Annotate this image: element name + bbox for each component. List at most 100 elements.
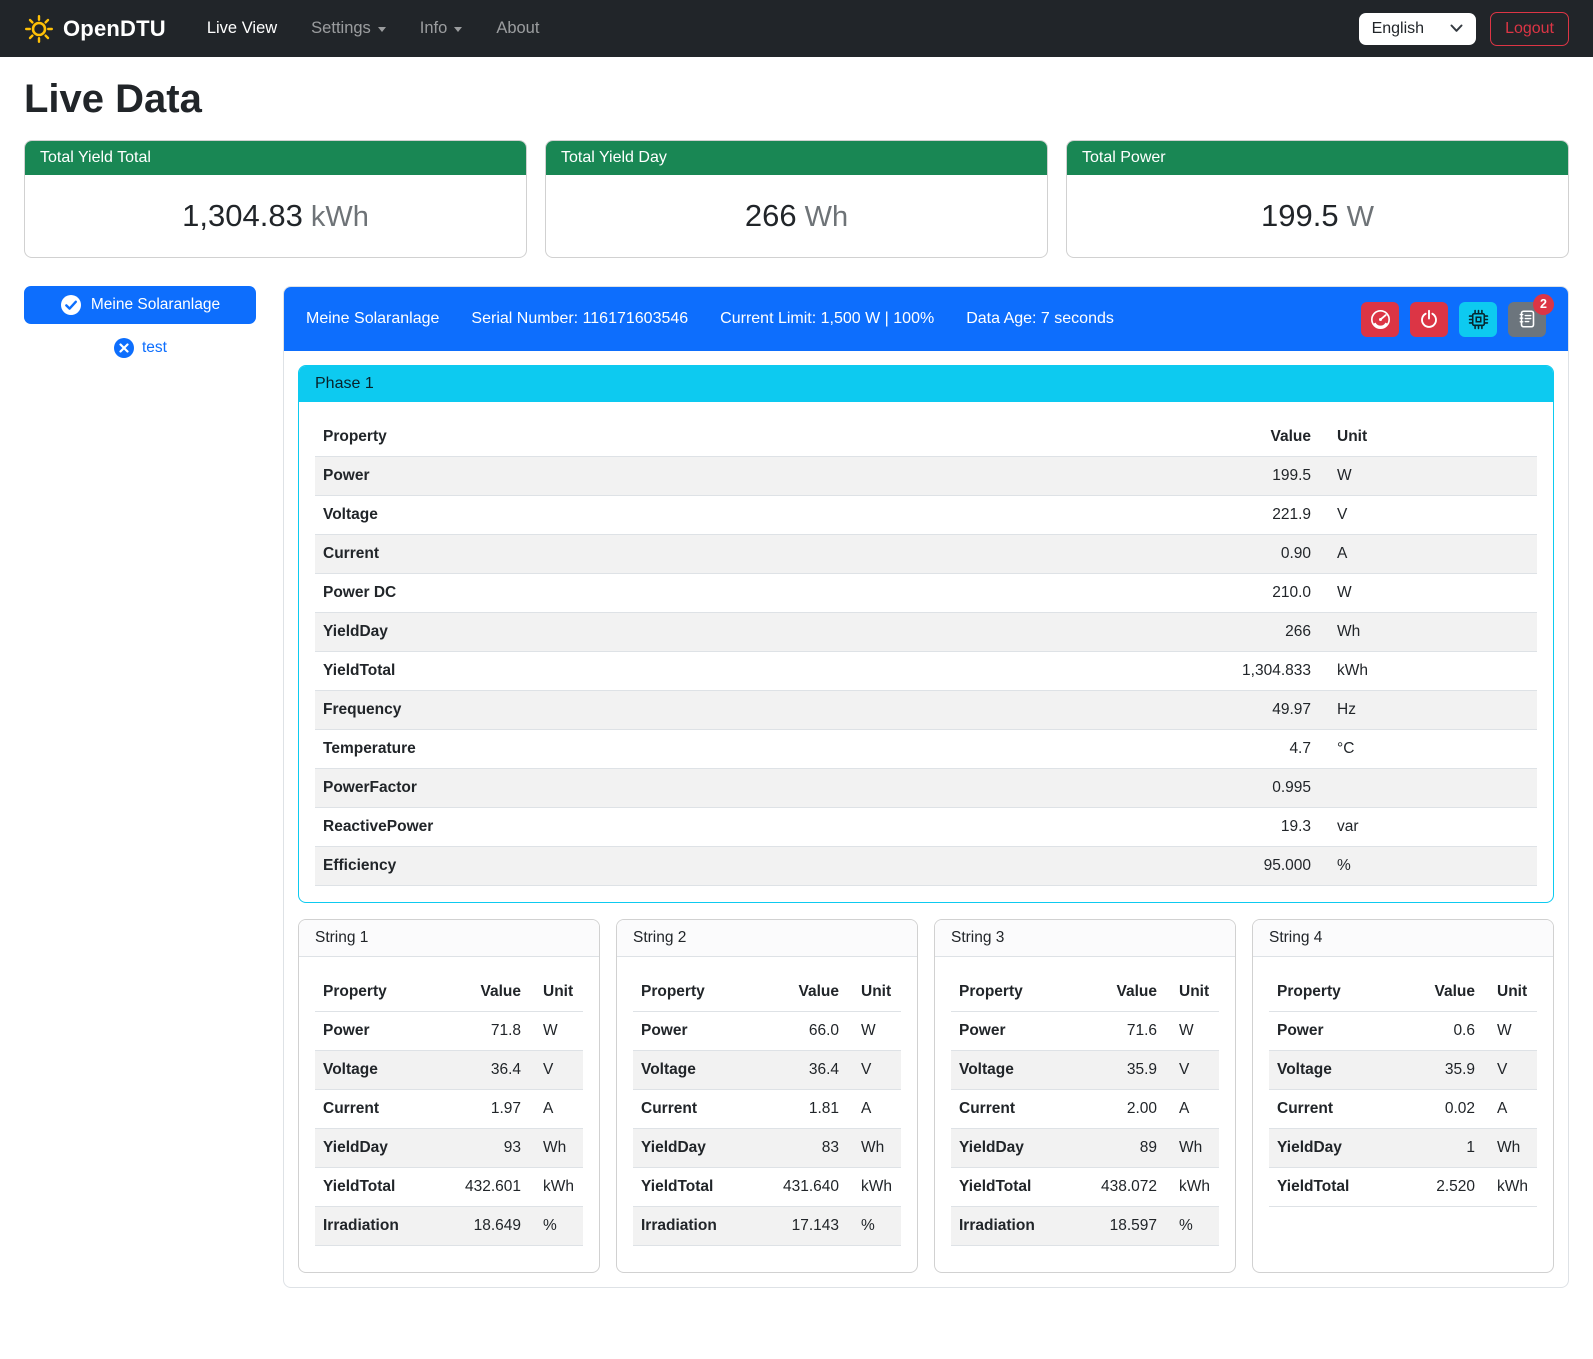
inverter-limit: Current Limit: 1,500 W | 100%: [720, 310, 934, 328]
column-header-value: Value: [755, 973, 847, 1012]
property-cell: Power: [633, 1012, 755, 1051]
unit-cell: V: [529, 1051, 583, 1090]
table-row: Power71.6W: [951, 1012, 1219, 1051]
property-cell: Voltage: [633, 1051, 755, 1090]
unit-cell: V: [1165, 1051, 1219, 1090]
table-row: Irradiation18.597%: [951, 1207, 1219, 1246]
table-row: Voltage36.4V: [315, 1051, 583, 1090]
column-header-unit: Unit: [847, 973, 901, 1012]
value-cell: 93: [437, 1129, 529, 1168]
inverter-panel: Meine Solaranlage Serial Number: 1161716…: [283, 286, 1569, 1288]
logout-button[interactable]: Logout: [1490, 12, 1569, 46]
string-3-card: String 3 Property Value Unit: [934, 919, 1236, 1273]
property-cell: Current: [633, 1090, 755, 1129]
string-2-card: String 2 Property Value Unit: [616, 919, 918, 1273]
inverter-item-test[interactable]: test: [24, 337, 256, 359]
value-cell: 19.3: [1189, 808, 1319, 847]
inverter-serial: Serial Number: 116171603546: [471, 310, 688, 328]
property-cell: YieldTotal: [633, 1168, 755, 1207]
card-title: Total Yield Day: [546, 141, 1047, 175]
power-button[interactable]: [1410, 302, 1448, 337]
unit-cell: V: [1483, 1051, 1537, 1090]
unit-cell: kWh: [1319, 652, 1537, 691]
property-cell: Current: [951, 1090, 1073, 1129]
property-cell: YieldTotal: [1269, 1168, 1391, 1207]
property-cell: Current: [1269, 1090, 1391, 1129]
value-cell: 431.640: [755, 1168, 847, 1207]
unit-cell: W: [1319, 457, 1537, 496]
unit-cell: kWh: [847, 1168, 901, 1207]
property-cell: Voltage: [1269, 1051, 1391, 1090]
value-cell: 49.97: [1189, 691, 1319, 730]
unit-cell: Wh: [1319, 613, 1537, 652]
table-row: Voltage35.9V: [1269, 1051, 1537, 1090]
column-header-property: Property: [315, 973, 437, 1012]
value-cell: 199.5: [1189, 457, 1319, 496]
selected-inverter-label: Meine Solaranlage: [91, 296, 220, 314]
chevron-down-icon: [378, 27, 386, 32]
table-row: Irradiation18.649%: [315, 1207, 583, 1246]
total-yield-day-unit: Wh: [805, 201, 849, 233]
value-cell: 1.97: [437, 1090, 529, 1129]
nav-settings[interactable]: Settings: [296, 11, 401, 46]
x-circle-icon: [113, 337, 135, 359]
table-row: Current1.97A: [315, 1090, 583, 1129]
value-cell: 35.9: [1391, 1051, 1483, 1090]
value-cell: 2.520: [1391, 1168, 1483, 1207]
table-row: Power66.0W: [633, 1012, 901, 1051]
limit-settings-button[interactable]: [1361, 302, 1399, 337]
property-cell: Voltage: [315, 496, 1189, 535]
table-row: Current2.00A: [951, 1090, 1219, 1129]
table-row: YieldTotal431.640kWh: [633, 1168, 901, 1207]
unit-cell: Wh: [1483, 1129, 1537, 1168]
property-cell: Power DC: [315, 574, 1189, 613]
property-cell: YieldTotal: [315, 1168, 437, 1207]
total-yield-total-value: 1,304.83: [182, 198, 303, 233]
unit-cell: Wh: [529, 1129, 583, 1168]
phase-1-table: Property Value Unit Power199.5WVoltage22…: [315, 418, 1537, 886]
value-cell: 83: [755, 1129, 847, 1168]
power-icon: [1419, 309, 1439, 329]
value-cell: 1: [1391, 1129, 1483, 1168]
unit-cell: %: [1319, 847, 1537, 886]
table-row: YieldTotal2.520kWh: [1269, 1168, 1537, 1207]
column-header-value: Value: [1189, 418, 1319, 457]
unit-cell: kWh: [1483, 1168, 1537, 1207]
value-cell: 210.0: [1189, 574, 1319, 613]
value-cell: 1,304.833: [1189, 652, 1319, 691]
total-yield-total-unit: kWh: [311, 201, 369, 233]
value-cell: 4.7: [1189, 730, 1319, 769]
string-1-table: Property Value Unit Power71.8WVoltage36.…: [315, 973, 583, 1246]
unit-cell: var: [1319, 808, 1537, 847]
nav-info[interactable]: Info: [405, 11, 478, 46]
selected-inverter-button[interactable]: Meine Solaranlage: [24, 286, 256, 324]
event-log-button[interactable]: 2: [1508, 302, 1546, 337]
brand-label: OpenDTU: [63, 16, 166, 42]
unit-cell: A: [1165, 1090, 1219, 1129]
column-header-value: Value: [437, 973, 529, 1012]
table-row: Temperature4.7°C: [315, 730, 1537, 769]
table-row: YieldDay1Wh: [1269, 1129, 1537, 1168]
chevron-down-icon: [1450, 24, 1463, 33]
unit-cell: %: [847, 1207, 901, 1246]
property-cell: Current: [315, 1090, 437, 1129]
string-4-table: Property Value Unit Power0.6WVoltage35.9…: [1269, 973, 1537, 1207]
value-cell: 0.02: [1391, 1090, 1483, 1129]
inverter-name: Meine Solaranlage: [306, 310, 439, 328]
column-header-unit: Unit: [529, 973, 583, 1012]
nav-live-view[interactable]: Live View: [192, 11, 292, 46]
inverter-test-label: test: [142, 339, 167, 357]
value-cell: 266: [1189, 613, 1319, 652]
table-row: PowerFactor0.995: [315, 769, 1537, 808]
property-cell: YieldTotal: [951, 1168, 1073, 1207]
table-row: Current0.02A: [1269, 1090, 1537, 1129]
value-cell: 66.0: [755, 1012, 847, 1051]
cpu-icon: [1468, 309, 1489, 330]
column-header-value: Value: [1073, 973, 1165, 1012]
nav-about[interactable]: About: [481, 11, 554, 46]
language-select[interactable]: English: [1359, 13, 1476, 45]
device-info-button[interactable]: [1459, 302, 1497, 337]
string-1-card: String 1 Property Value Unit: [298, 919, 600, 1273]
brand[interactable]: OpenDTU: [24, 14, 166, 44]
property-cell: Power: [315, 457, 1189, 496]
